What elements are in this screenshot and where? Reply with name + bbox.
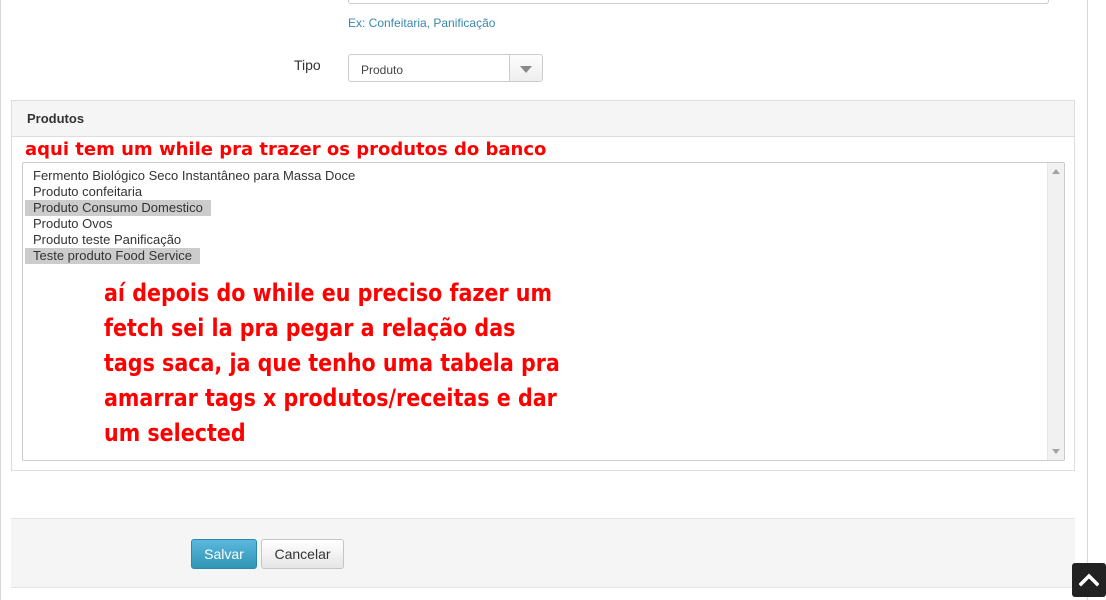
tipo-select-value: Produto	[361, 63, 404, 77]
save-button[interactable]: Salvar	[191, 539, 257, 569]
scroll-up-arrow-icon[interactable]	[1052, 169, 1060, 174]
annotation-note-2: aí depois do while eu preciso fazer um f…	[104, 279, 560, 447]
tipo-select-toggle[interactable]	[509, 55, 542, 81]
produtos-options: Fermento Biológico Seco Instantâneo para…	[25, 168, 363, 264]
chevron-down-icon	[520, 66, 532, 73]
produto-option[interactable]: Produto Consumo Domestico	[25, 200, 211, 216]
form-actions: Salvar Cancelar	[11, 518, 1075, 588]
category-input[interactable]	[348, 0, 1049, 4]
produto-option[interactable]: Fermento Biológico Seco Instantâneo para…	[25, 168, 363, 184]
scroll-to-top-button[interactable]	[1072, 563, 1106, 597]
scroll-down-arrow-icon[interactable]	[1052, 449, 1060, 454]
listbox-scrollbar[interactable]	[1047, 163, 1064, 460]
produto-option[interactable]: Produto confeitaria	[25, 184, 150, 200]
page-left-border	[0, 0, 1, 600]
tipo-label: Tipo	[294, 57, 321, 73]
page-right-border	[1087, 0, 1088, 600]
panel-title: Produtos	[27, 111, 85, 126]
chevron-up-icon	[1079, 573, 1099, 587]
produto-option[interactable]: Produto Ovos	[25, 216, 121, 232]
produto-option[interactable]: Teste produto Food Service	[25, 248, 200, 264]
annotation-note-1: aqui tem um while pra trazer os produtos…	[25, 139, 547, 160]
tipo-select[interactable]: Produto	[348, 54, 543, 82]
category-help-text: Ex: Confeitaria, Panificação	[348, 16, 496, 30]
panel-header: Produtos	[12, 101, 1074, 137]
cancel-button[interactable]: Cancelar	[261, 539, 344, 569]
produto-option[interactable]: Produto teste Panificação	[25, 232, 189, 248]
